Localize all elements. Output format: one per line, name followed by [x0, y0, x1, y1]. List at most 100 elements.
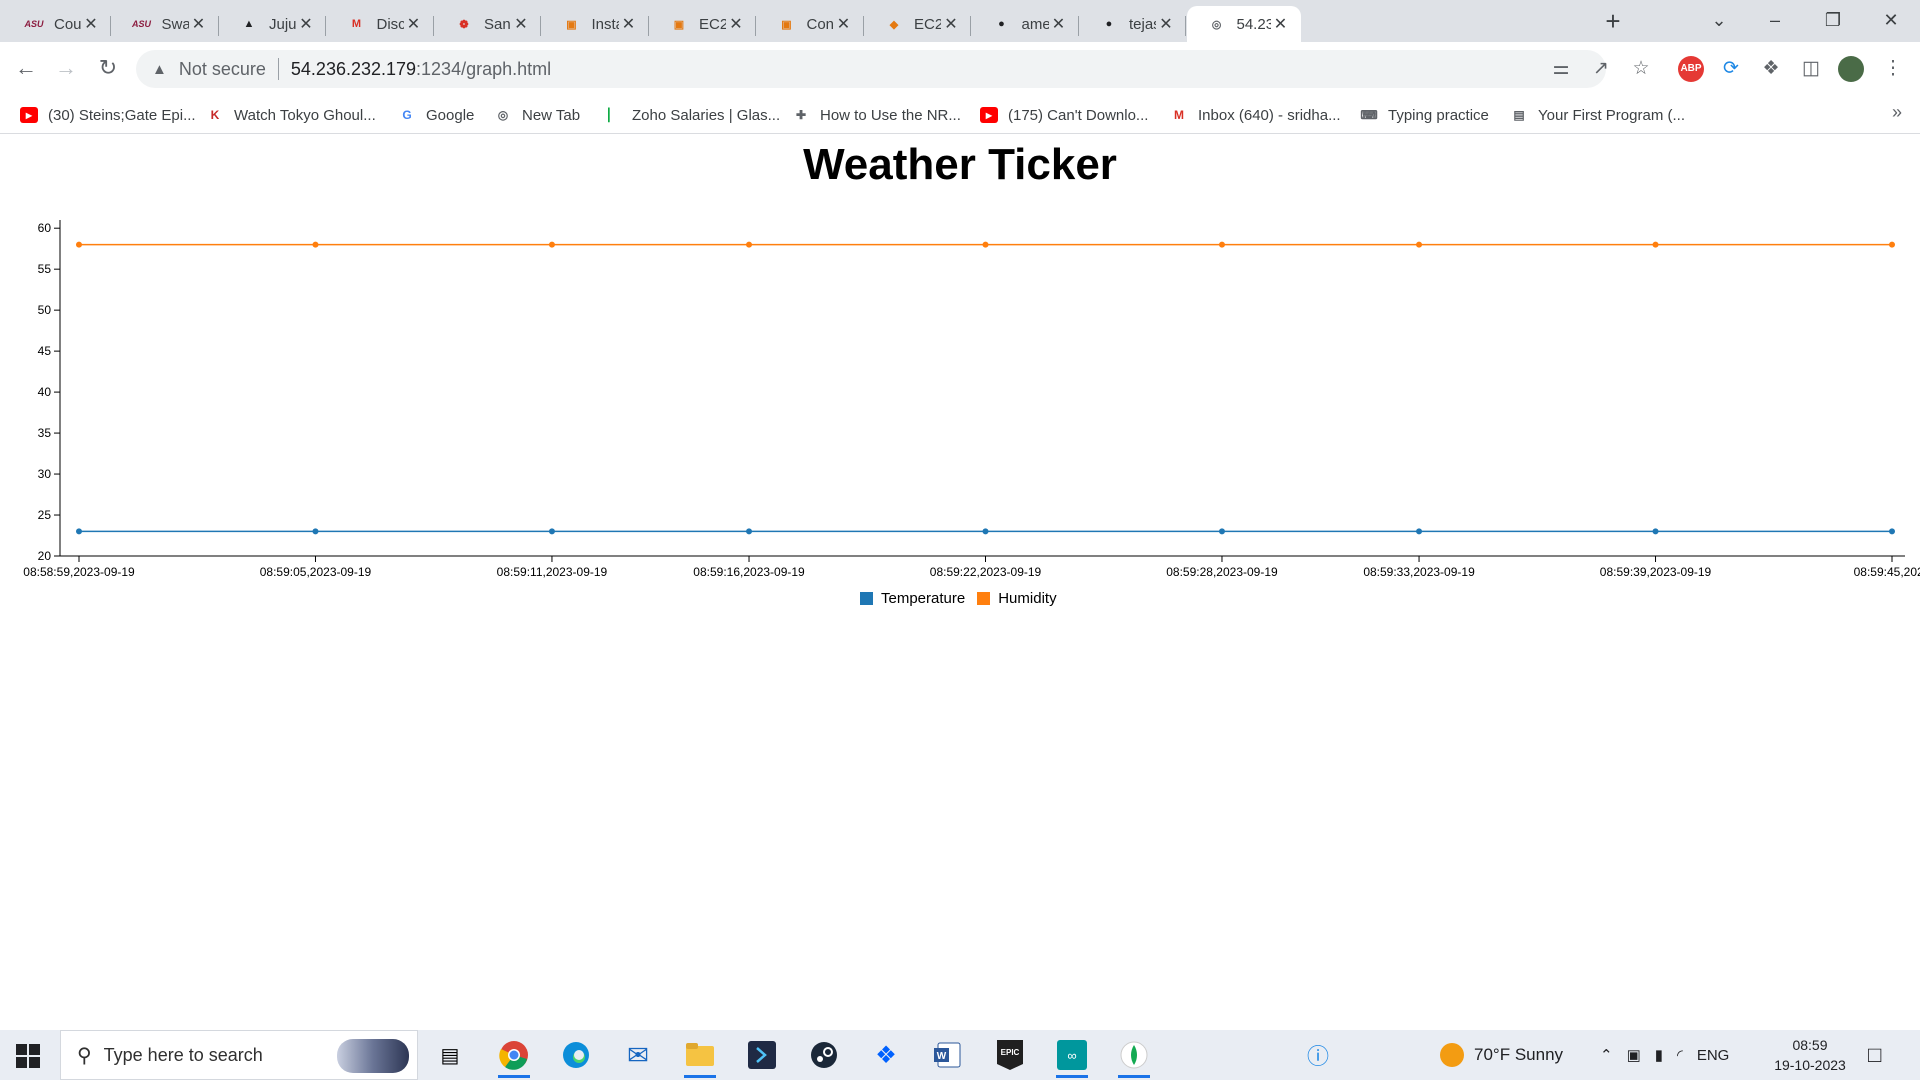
x-tick-label: 08:59:39,2023-09-19 [1600, 565, 1712, 579]
reload-icon[interactable]: ↻ [92, 52, 124, 84]
tab-11[interactable]: ◎ 54.236✕ [1186, 6, 1301, 42]
adblock-icon[interactable]: ABP [1678, 56, 1704, 82]
close-tab-icon[interactable]: ✕ [404, 14, 424, 34]
address-bar[interactable]: ▲ Not secure 54.236.232.179:1234/graph.h… [136, 50, 1606, 88]
help-icon[interactable]: ⓘ [1298, 1037, 1338, 1073]
word-icon[interactable]: W [928, 1037, 968, 1073]
gmail-icon: M [351, 18, 362, 30]
arduino-icon[interactable]: ∞ [1052, 1037, 1092, 1078]
data-point-humidity [982, 241, 989, 248]
x-tick-label: 08:59:45,2023 [1854, 565, 1920, 579]
close-tab-icon[interactable]: ✕ [296, 14, 316, 34]
steam-icon[interactable] [804, 1037, 844, 1073]
close-tab-icon[interactable]: ✕ [726, 14, 746, 34]
tab-5[interactable]: ▣ Instanc✕ [542, 6, 649, 42]
system-clock[interactable]: 08:59 19-10-2023 [1760, 1035, 1860, 1075]
mongodb-compass-icon[interactable] [1114, 1037, 1154, 1078]
bookmark-item[interactable]: ▶ (30) Steins;Gate Epi... [20, 104, 196, 126]
close-tab-icon[interactable]: ✕ [941, 14, 961, 34]
chevron-up-icon[interactable]: ⌃ [1600, 1046, 1613, 1064]
network-display-icon[interactable]: ▣ [1627, 1046, 1641, 1064]
maximize-button[interactable]: ❐ [1810, 6, 1856, 34]
bookmark-item[interactable]: ◎ New Tab [494, 104, 580, 126]
language-indicator[interactable]: ENG [1697, 1047, 1730, 1064]
bookmark-item[interactable]: ▤ Your First Program (... [1510, 104, 1685, 126]
x-tick-label: 08:59:16,2023-09-19 [693, 565, 805, 579]
data-point-temperature [1218, 528, 1225, 535]
taskbar-search-box[interactable]: ⚲ Type here to search [60, 1030, 418, 1080]
data-point-temperature [1652, 528, 1659, 535]
tab-8[interactable]: ◆ EC2 Ins✕ [864, 6, 971, 42]
profile-avatar[interactable] [1838, 56, 1864, 82]
globe-icon: ◎ [1211, 18, 1222, 31]
forward-arrow-icon[interactable]: → [50, 52, 82, 84]
bookmark-item[interactable]: K Watch Tokyo Ghoul... [206, 104, 376, 126]
battery-icon[interactable]: ▮ [1655, 1046, 1663, 1064]
file-explorer-icon[interactable] [680, 1037, 720, 1078]
menu-kebab-icon[interactable]: ⋮ [1880, 56, 1906, 82]
notifications-icon[interactable]: □ [1868, 1030, 1881, 1080]
wifi-icon[interactable]: ◜ [1677, 1046, 1683, 1064]
dropbox-icon[interactable]: ❖ [866, 1037, 906, 1073]
sync-extension-icon[interactable]: ⟳ [1718, 56, 1744, 82]
new-tab-button[interactable]: + [1598, 8, 1628, 36]
tab-title: tejaswi [1129, 15, 1156, 33]
task-view-icon[interactable]: ▤ [430, 1037, 470, 1073]
weather-widget[interactable]: 70°F Sunny [1440, 1030, 1563, 1080]
back-arrow-icon[interactable]: ← [10, 52, 42, 84]
bookmark-item[interactable]: ▏ Zoho Salaries | Glas... [604, 104, 780, 126]
tab-title: Jujutsu [269, 15, 296, 33]
chrome-icon[interactable] [494, 1037, 534, 1078]
mail-icon[interactable]: ✉ [618, 1037, 658, 1073]
tab-10[interactable]: ● tejaswi✕ [1079, 6, 1186, 42]
tab-3[interactable]: M Disclos✕ [327, 6, 434, 42]
tab-4[interactable]: ❁ Sandbo✕ [434, 6, 541, 42]
close-tab-icon[interactable]: ✕ [511, 14, 531, 34]
edge-icon[interactable] [556, 1037, 596, 1073]
data-point-temperature [1889, 528, 1895, 535]
legend-item[interactable]: Temperature [860, 590, 965, 607]
close-tab-icon[interactable]: ✕ [834, 14, 854, 34]
tab-7[interactable]: ▣ Conne✕ [757, 6, 864, 42]
bookmark-star-icon[interactable]: ☆ [1628, 56, 1654, 82]
tab-2[interactable]: ▲ Jujutsu✕ [219, 6, 326, 42]
tab-search-chevron-icon[interactable]: ⌄ [1696, 6, 1742, 34]
bookmark-item[interactable]: G Google [398, 104, 474, 126]
close-tab-icon[interactable]: ✕ [1156, 14, 1176, 34]
windows-start-icon[interactable] [16, 1044, 40, 1068]
tab-1[interactable]: ASU Swarm✕ [112, 6, 219, 42]
translate-icon[interactable]: ⚌ [1548, 56, 1574, 82]
tab-9[interactable]: ● ame49✕ [972, 6, 1079, 42]
legend-item[interactable]: Humidity [977, 590, 1057, 607]
page-title: Weather Ticker [803, 140, 1117, 189]
data-point-temperature [746, 528, 753, 535]
tab-title: 54.236 [1236, 15, 1271, 33]
close-tab-icon[interactable]: ✕ [189, 14, 209, 34]
side-panel-icon[interactable]: ◫ [1798, 56, 1824, 82]
x-tick-label: 08:59:33,2023-09-19 [1363, 565, 1475, 579]
bookmark-item[interactable]: M Inbox (640) - sridha... [1170, 104, 1341, 126]
powershell-icon[interactable] [742, 1037, 782, 1073]
tab-title: Swarm [161, 15, 189, 33]
close-tab-icon[interactable]: ✕ [1271, 14, 1291, 34]
close-window-button[interactable]: ✕ [1868, 6, 1914, 34]
aws-icon: ▣ [781, 18, 792, 31]
epic-games-icon[interactable]: EPIC [990, 1037, 1030, 1073]
y-tick-label: 40 [38, 385, 52, 399]
bookmark-item[interactable]: ✚ How to Use the NR... [792, 104, 961, 126]
close-tab-icon[interactable]: ✕ [81, 14, 101, 34]
tab-0[interactable]: ASU Course✕ [4, 6, 111, 42]
youtube-icon: ▶ [980, 107, 998, 123]
chart-legend: Temperature Humidity [860, 590, 1069, 607]
bookmarks-overflow-icon[interactable]: » [1892, 102, 1902, 123]
tab-title: EC2 Ins [914, 15, 941, 33]
data-point-temperature [982, 528, 989, 535]
minimize-button[interactable]: – [1752, 6, 1798, 34]
share-icon[interactable]: ↗ [1588, 56, 1614, 82]
tab-6[interactable]: ▣ EC2 | u✕ [649, 6, 756, 42]
close-tab-icon[interactable]: ✕ [619, 14, 639, 34]
bookmark-item[interactable]: ▶ (175) Can't Downlo... [980, 104, 1148, 126]
bookmark-item[interactable]: ⌨ Typing practice [1360, 104, 1489, 126]
close-tab-icon[interactable]: ✕ [1049, 14, 1069, 34]
extensions-puzzle-icon[interactable]: ❖ [1758, 56, 1784, 82]
